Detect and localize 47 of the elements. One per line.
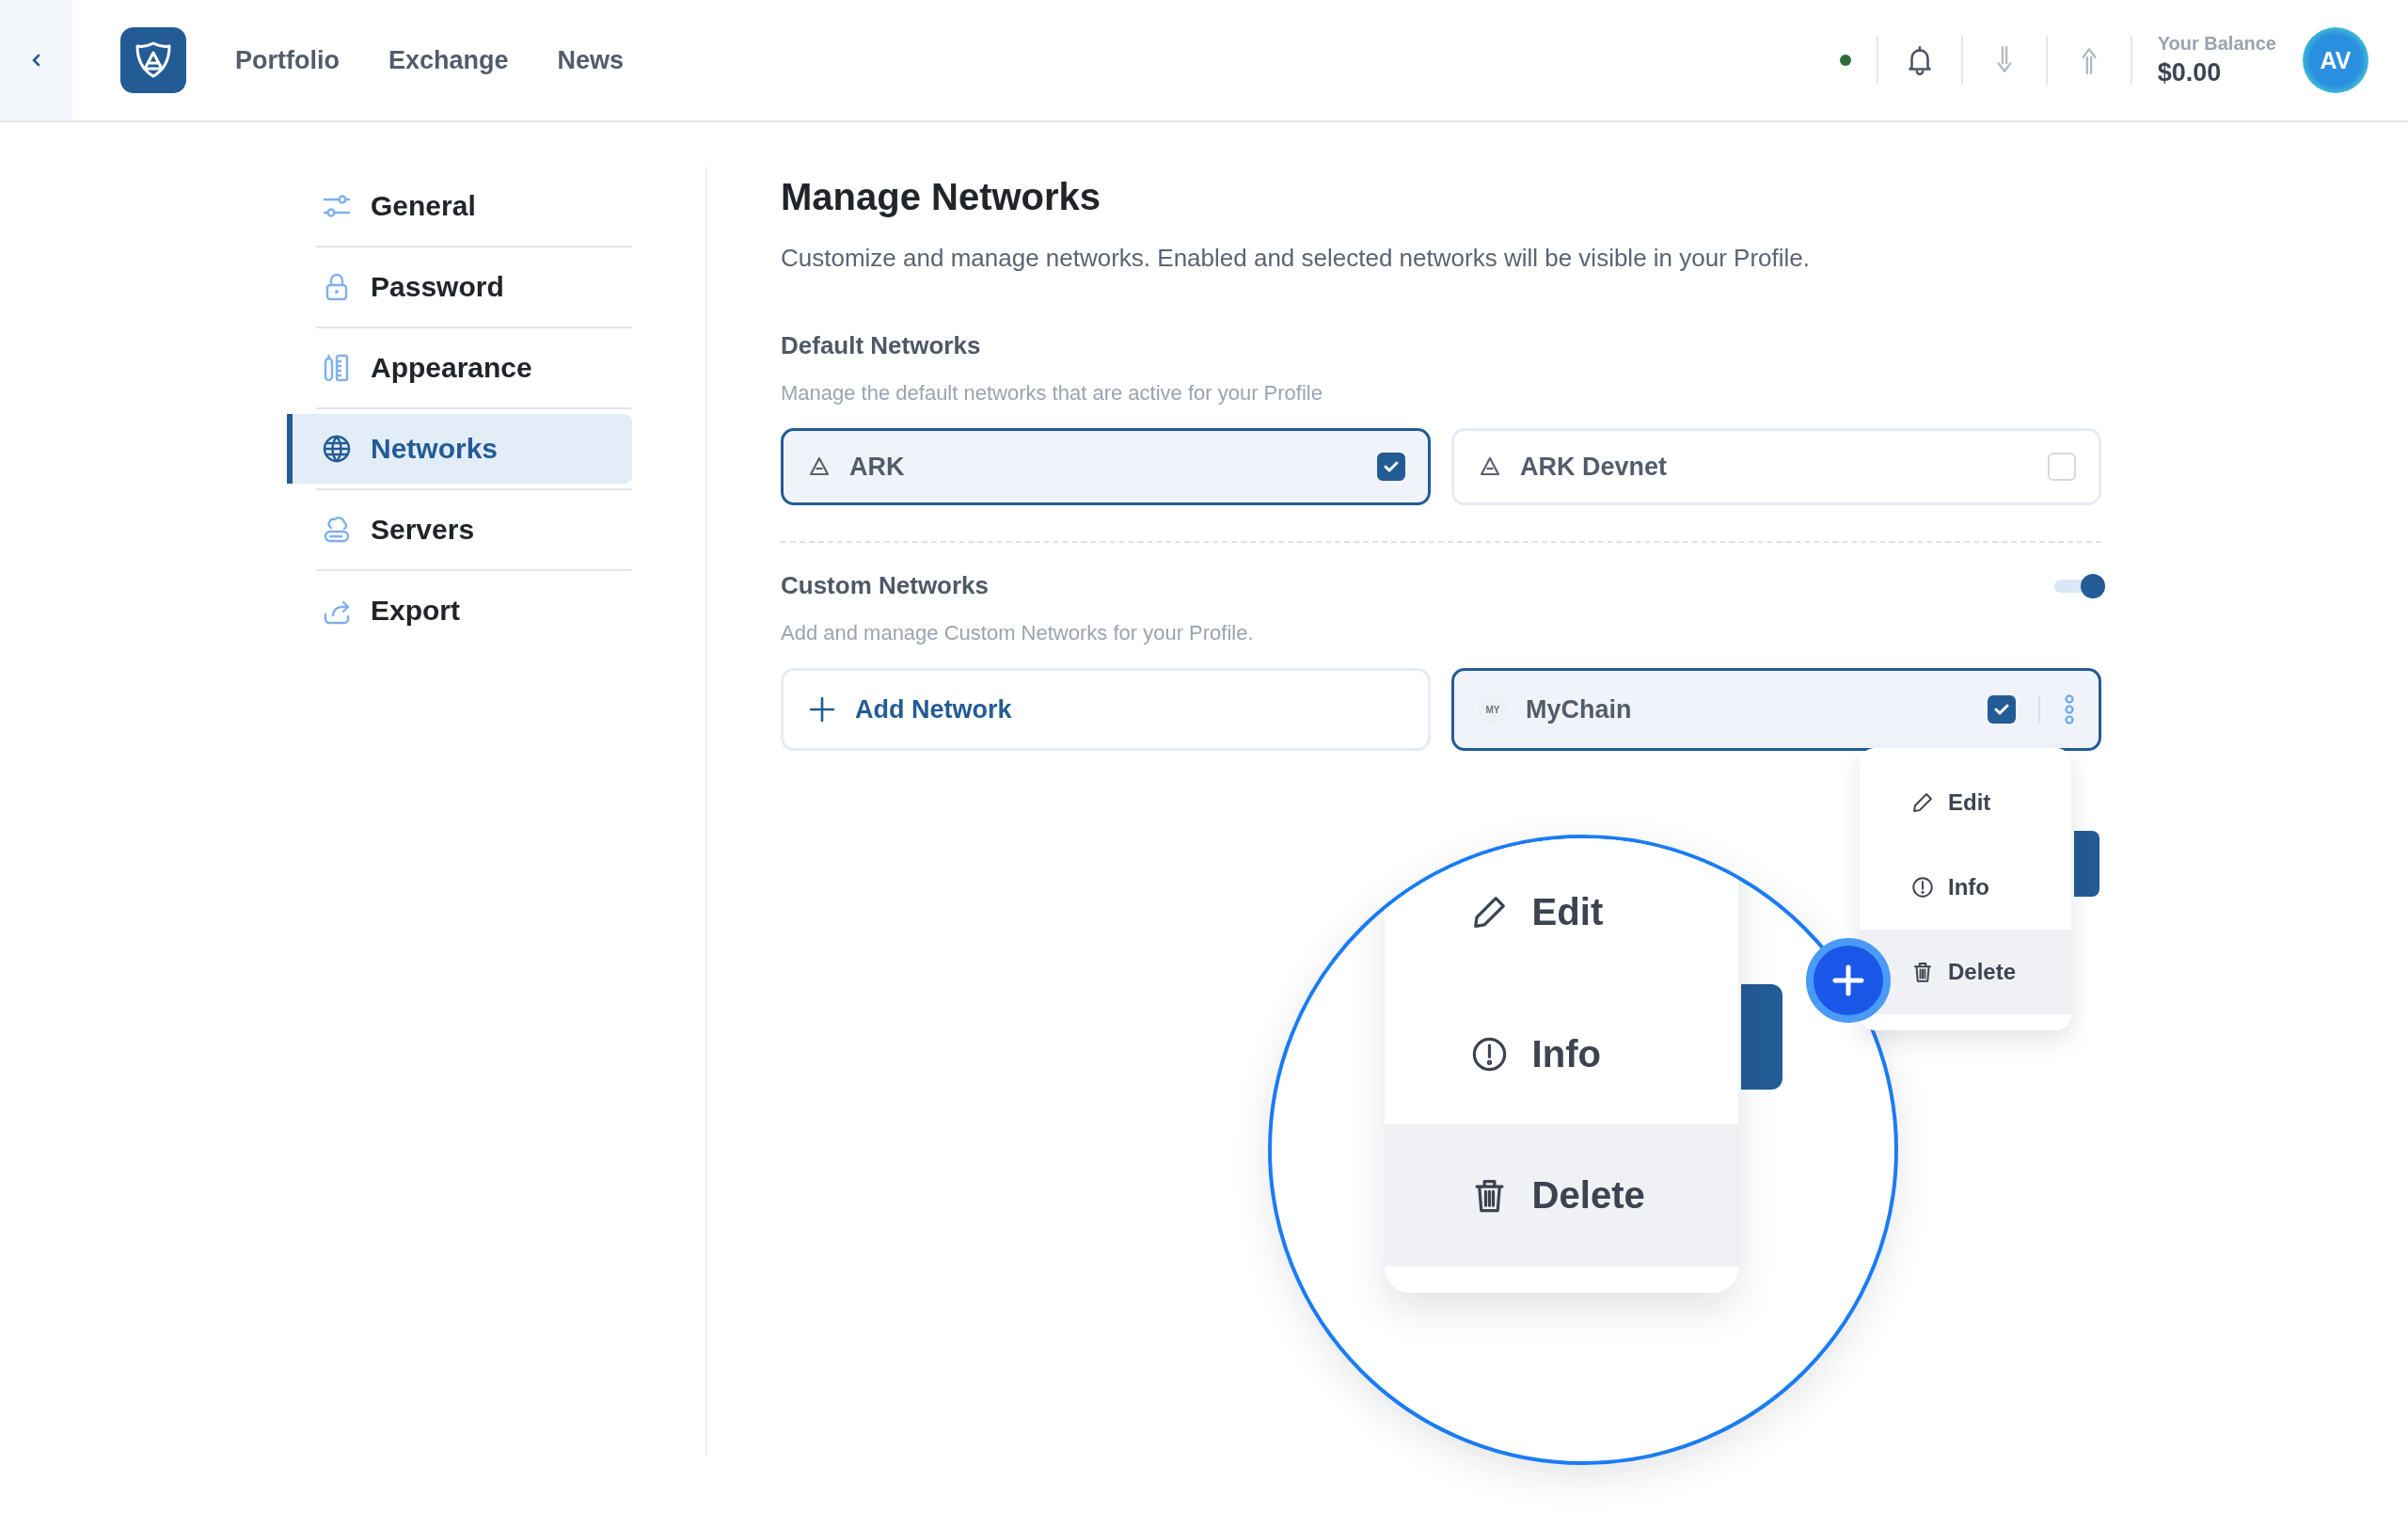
pencil-icon [1910, 790, 1935, 815]
checkbox[interactable] [2048, 453, 2076, 481]
info-icon [1910, 875, 1935, 900]
nav-link[interactable]: Exchange [388, 45, 509, 75]
ark-logo-icon [1479, 455, 1501, 478]
page-title: Manage Networks [781, 175, 1102, 219]
sidebar-item[interactable]: Password [287, 252, 632, 322]
menu-item[interactable]: Info [1860, 845, 2071, 930]
sidebar-item[interactable]: Appearance [287, 333, 632, 403]
section-subtitle: Manage the default networks that are active for your Profile [781, 381, 1323, 406]
more-button[interactable] [2063, 693, 2076, 725]
sidebar-item[interactable]: Networks [287, 414, 632, 484]
page-description: Customize and manage networks. Enabled and selected networks will be visible in your Profile. [781, 244, 1811, 273]
status-dot [1839, 55, 1851, 66]
network-card[interactable]: ARK Devnet [1451, 428, 2101, 505]
checkbox[interactable] [1988, 695, 2016, 724]
network-name: ARK [849, 452, 906, 482]
network-card[interactable]: ARK [781, 428, 1431, 505]
add-network-card[interactable]: Add Network [781, 668, 1431, 751]
menu-item[interactable]: Edit [1860, 760, 2071, 845]
sidebar-item[interactable]: Export [287, 576, 632, 645]
section-title: Custom Networks [781, 571, 990, 600]
add-network-button[interactable]: Add Network [855, 694, 1405, 725]
network-name: MyChain [1526, 694, 1633, 725]
checkbox[interactable] [1377, 453, 1405, 481]
partly-covered-button[interactable] [2074, 831, 2099, 897]
menu-item[interactable]: Delete [1860, 930, 2071, 1014]
nav-link[interactable]: News [557, 45, 625, 75]
logo-icon[interactable] [120, 27, 186, 93]
menu-item[interactable]: Delete [1385, 1124, 1738, 1266]
plus-icon [808, 695, 836, 724]
cloud-server-icon [322, 515, 352, 545]
menu-item[interactable]: Edit [1385, 841, 1738, 983]
menu-item[interactable]: Info [1385, 983, 1738, 1125]
balance-value: $0.00 [2157, 58, 2223, 88]
sidebar-item[interactable]: Servers [287, 495, 632, 565]
globe-icon [322, 434, 352, 464]
balance-label: Your Balance [2157, 33, 2276, 55]
nav-link[interactable]: Portfolio [235, 45, 340, 75]
network-badge: MY [1479, 695, 1507, 724]
ark-logo-icon [808, 455, 831, 478]
network-card[interactable]: MY MyChain [1451, 668, 2101, 751]
network-name: ARK Devnet [1520, 452, 1669, 482]
vertical-dots-icon [2063, 693, 2076, 725]
sidebar-item[interactable]: General [287, 171, 632, 241]
section-subtitle: Add and manage Custom Networks for your Profile. [781, 621, 1255, 645]
section-title: Default Networks [781, 331, 982, 360]
